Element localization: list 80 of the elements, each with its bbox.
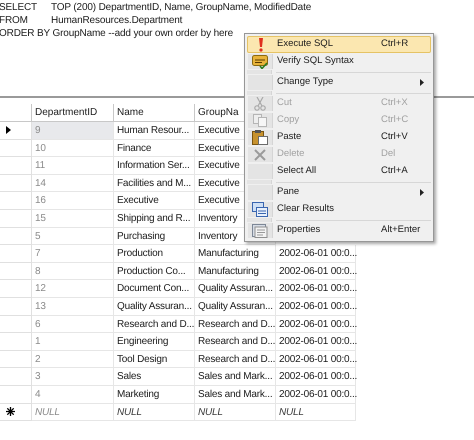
- table-cell: Research and D...: [114, 316, 195, 334]
- menu-item[interactable]: Change Type: [247, 74, 431, 91]
- submenu-arrow-icon: [420, 79, 424, 86]
- table-cell: Production Co...: [114, 262, 195, 280]
- menu-item[interactable]: Select All Ctrl+A: [247, 163, 431, 180]
- table-cell: 3: [32, 368, 114, 386]
- properties-icon: [252, 224, 268, 238]
- table-cell: NULL: [276, 404, 356, 422]
- submenu-arrow-icon: [420, 189, 424, 196]
- table-cell: 1: [32, 333, 114, 351]
- table-cell: 2002-06-01 00:0...: [276, 350, 356, 368]
- table-cell: Information Ser...: [114, 157, 195, 175]
- table-cell: Document Con...: [114, 280, 195, 298]
- table-cell: 13: [32, 298, 114, 316]
- exclamation-icon: [258, 38, 264, 52]
- table-cell: Manufacturing: [195, 262, 276, 280]
- table-cell: Shipping and R...: [114, 210, 195, 228]
- table-cell: 2002-06-01 00:0...: [276, 280, 356, 298]
- table-cell: 2002-06-01 00:0...: [276, 245, 356, 263]
- table-cell: Research and D...: [195, 333, 276, 351]
- new-row-icon: [6, 407, 15, 416]
- table-cell: 8: [32, 262, 114, 280]
- table-cell: Quality Assuran...: [195, 298, 276, 316]
- table-cell: Research and D...: [195, 316, 276, 334]
- table-cell: 4: [32, 386, 114, 404]
- copy-icon: [253, 114, 267, 127]
- table-cell: Marketing: [114, 386, 195, 404]
- table-cell: Sales and Mark...: [195, 368, 276, 386]
- table-cell: Human Resour...: [114, 122, 195, 140]
- sql-check-icon: [252, 54, 268, 68]
- table-cell: Manufacturing: [195, 245, 276, 263]
- table-cell: Quality Assuran...: [114, 298, 195, 316]
- table-cell: Executive: [114, 192, 195, 210]
- delete-x-icon: [254, 148, 266, 160]
- table-cell: Quality Assuran...: [195, 280, 276, 298]
- table-cell: Purchasing: [114, 228, 195, 246]
- menu-item[interactable]: Verify SQL Syntax: [247, 53, 431, 70]
- sql-keyword: FROM: [0, 14, 29, 27]
- menu-item[interactable]: Pane: [247, 184, 431, 201]
- table-cell: 2002-06-01 00:0...: [276, 333, 356, 351]
- menu-item[interactable]: Clear Results: [247, 201, 431, 218]
- table-cell: 2002-06-01 00:0...: [276, 298, 356, 316]
- table-cell: Facilities and M...: [114, 174, 195, 192]
- table-cell: NULL: [114, 404, 195, 422]
- table-cell: 2002-06-01 00:0...: [276, 368, 356, 386]
- sql-text: TOP (200) DepartmentID, Name, GroupName, ModifiedDate: [51, 1, 312, 14]
- table-cell: 6: [32, 316, 114, 334]
- table-cell: Sales and Mark...: [195, 386, 276, 404]
- table-cell: 2: [32, 350, 114, 368]
- menu-item[interactable]: Execute SQL Ctrl+R: [247, 36, 431, 53]
- clipboard-icon: [252, 130, 268, 145]
- table-cell: 10: [32, 140, 114, 158]
- table-cell: 15: [32, 210, 114, 228]
- table-cell: 7: [32, 245, 114, 263]
- table-cell: 9: [32, 122, 114, 140]
- table-cell: Research and D...: [195, 350, 276, 368]
- table-cell: 14: [32, 174, 114, 192]
- table-cell: 2002-06-01 00:0...: [276, 262, 356, 280]
- scissors-icon: [254, 96, 266, 110]
- row-header: [0, 104, 32, 122]
- clear-results-icon: [252, 202, 268, 217]
- column-header[interactable]: Name: [114, 104, 195, 122]
- menu-item[interactable]: Properties Alt+Enter: [247, 222, 431, 239]
- table-cell: Production: [114, 245, 195, 263]
- table-cell: NULL: [32, 404, 114, 422]
- current-row-icon: [6, 126, 11, 134]
- table-cell: 16: [32, 192, 114, 210]
- table-cell: Finance: [114, 140, 195, 158]
- table-cell: 2002-06-01 00:0...: [276, 316, 356, 334]
- column-header[interactable]: DepartmentID: [32, 104, 114, 122]
- row-header[interactable]: [0, 404, 32, 422]
- sql-text: HumanResources.Department: [51, 14, 182, 27]
- table-cell: Engineering: [114, 333, 195, 351]
- table-cell: NULL: [195, 404, 276, 422]
- table-cell: 12: [32, 280, 114, 298]
- table-cell: Tool Design: [114, 350, 195, 368]
- table-cell: 11: [32, 157, 114, 175]
- table-cell: 2002-06-01 00:0...: [276, 386, 356, 404]
- table-cell: Sales: [114, 368, 195, 386]
- table-cell: 5: [32, 228, 114, 246]
